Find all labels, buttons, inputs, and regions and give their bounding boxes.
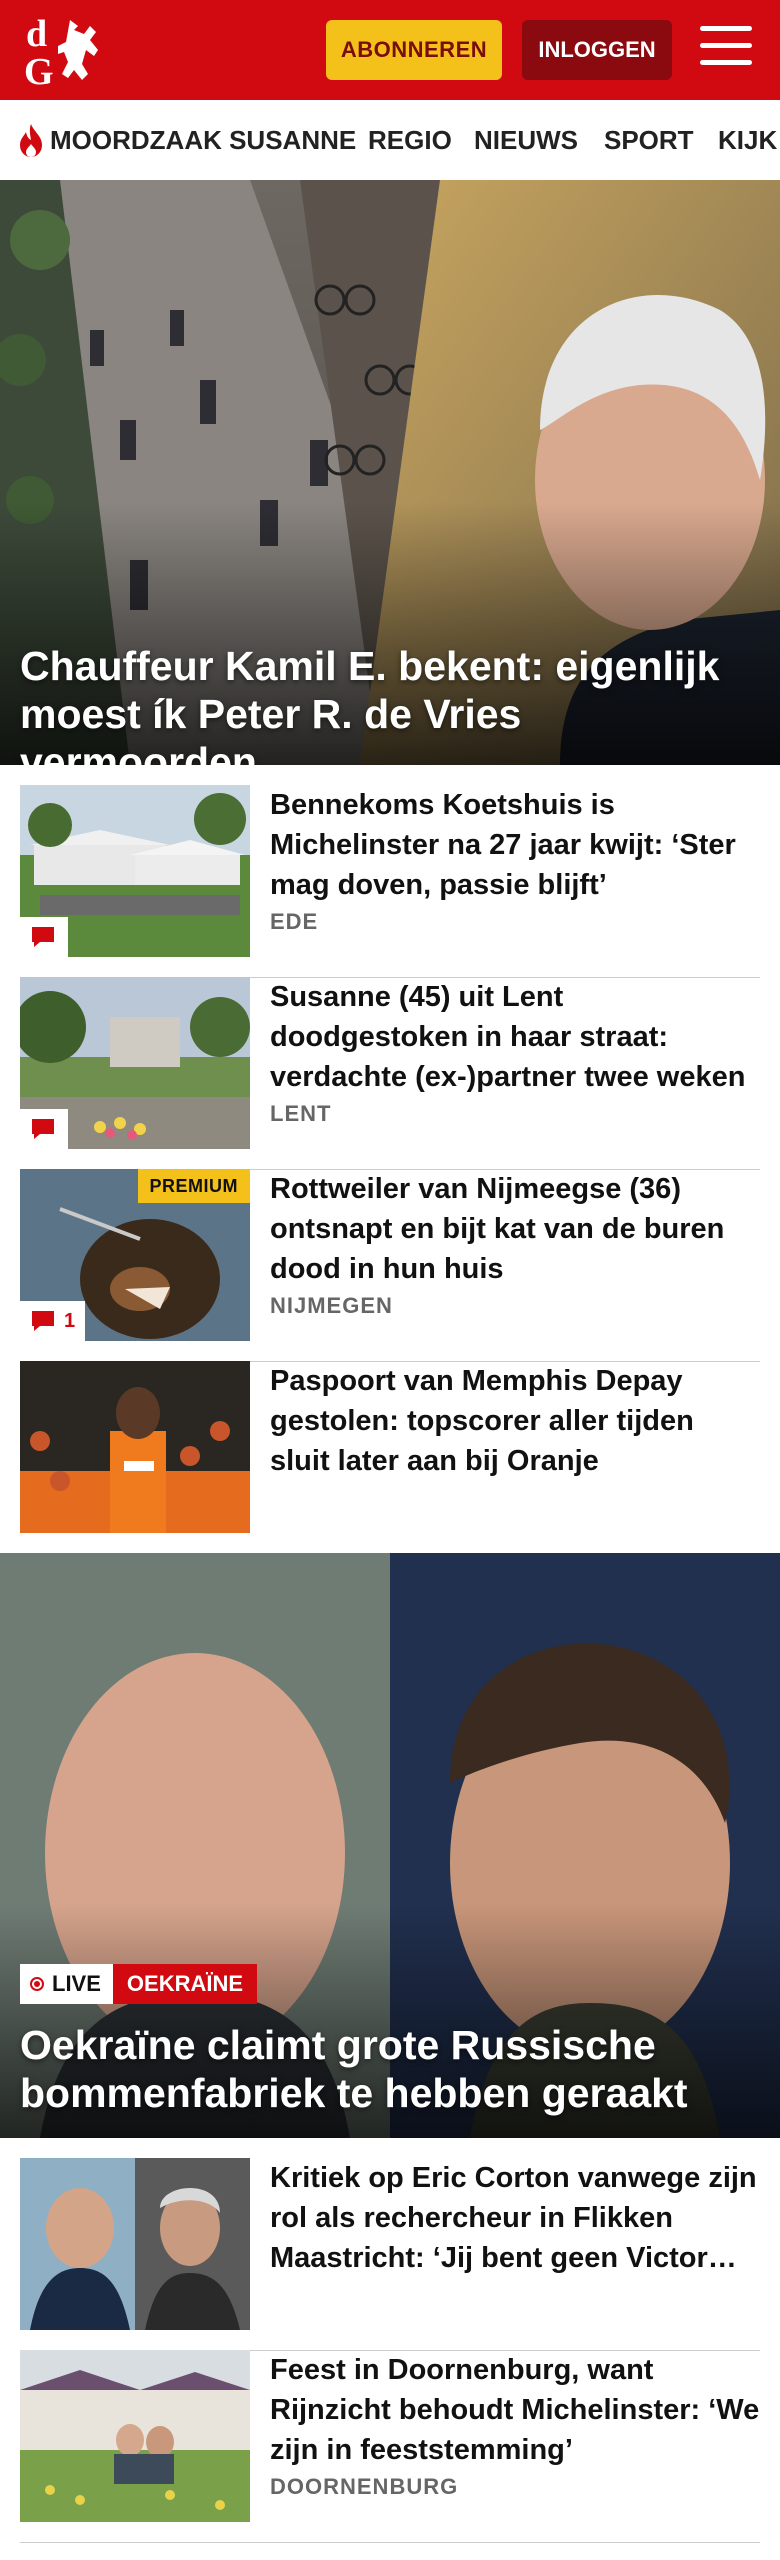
list-item[interactable]: Bennekoms Koetshuis is Michelinster na 2…	[20, 785, 760, 978]
article-title[interactable]: Feest in Doornenburg, want Rijnzicht beh…	[270, 2350, 760, 2470]
login-button[interactable]: INLOGGEN	[522, 20, 672, 80]
article-title[interactable]: Rottweiler van Nijmeegse (36) ontsnapt e…	[270, 1169, 760, 1289]
live-label: LIVE	[52, 1971, 101, 1996]
svg-text:d: d	[26, 13, 47, 55]
nav-item-sport[interactable]: SPORT	[604, 100, 694, 180]
nav-item-moordzaak-susanne[interactable]: MOORDZAAK SUSANNE	[50, 100, 356, 180]
live-badge: LIVE	[20, 1964, 113, 2004]
flame-icon	[20, 124, 42, 157]
article-title[interactable]: Kritiek op Eric Corton vanwege zijn rol …	[270, 2158, 760, 2278]
article-location: LENT	[270, 1101, 332, 1126]
list-item[interactable]: PREMIUM 1 Rottweiler van Nijmeegse (36) …	[20, 1169, 760, 1362]
article-thumbnail	[20, 1361, 250, 1533]
comment-badge	[20, 1109, 68, 1149]
list-item[interactable]: Susanne (45) uit Lent doodgestoken in ha…	[20, 977, 760, 1170]
live-tag-group: LIVE OEKRAÏNE	[20, 1964, 258, 2004]
site-header: d G ABONNEREN INLOGGEN	[0, 0, 780, 100]
comment-badge: 1	[20, 1301, 86, 1341]
article-location: DOORNENBURG	[270, 2474, 459, 2499]
comment-count: 1	[64, 1309, 76, 1332]
dg-logo[interactable]: d G	[20, 12, 120, 88]
svg-text:G: G	[24, 51, 54, 88]
list-item[interactable]: Feest in Doornenburg, want Rijnzicht beh…	[20, 2350, 760, 2543]
live-dot-icon	[30, 1977, 44, 1991]
comment-icon	[32, 1119, 54, 1139]
hero-title[interactable]: Chauffeur Kamil E. bekent: eigenlijk moe…	[20, 642, 760, 765]
nav-item-regio[interactable]: REGIO	[368, 100, 452, 180]
article-title[interactable]: Susanne (45) uit Lent doodgestoken in ha…	[270, 977, 760, 1097]
article-title[interactable]: Paspoort van Memphis Depay gestolen: top…	[270, 1361, 760, 1481]
comment-icon	[32, 1311, 54, 1331]
article-thumbnail	[20, 2350, 250, 2522]
hero-article-2[interactable]: Oekraïne claimt grote Russische bommenfa…	[0, 1553, 780, 2138]
article-title[interactable]: Bennekoms Koetshuis is Michelinster na 2…	[270, 785, 760, 905]
list-item[interactable]: Paspoort van Memphis Depay gestolen: top…	[20, 1361, 760, 1554]
article-location: EDE	[270, 909, 319, 934]
article-location: NIJMEGEN	[270, 1293, 393, 1318]
hero-title-2[interactable]: Oekraïne claimt grote Russische bommenfa…	[20, 2021, 760, 2117]
comment-icon	[32, 927, 54, 947]
nav-item-kijk[interactable]: KIJK	[718, 100, 777, 180]
subscribe-button[interactable]: ABONNEREN	[326, 20, 502, 80]
category-tag: OEKRAÏNE	[112, 1964, 258, 2004]
premium-badge: PREMIUM	[137, 1169, 250, 1203]
hero-article[interactable]: Chauffeur Kamil E. bekent: eigenlijk moe…	[0, 180, 780, 765]
comment-badge	[20, 917, 68, 957]
article-thumbnail	[20, 2158, 250, 2330]
nav-item-nieuws[interactable]: NIEUWS	[474, 100, 578, 180]
hamburger-menu-icon[interactable]	[700, 26, 752, 70]
section-nav: MOORDZAAK SUSANNE REGIO NIEUWS SPORT KIJ…	[0, 100, 780, 181]
list-item[interactable]: Kritiek op Eric Corton vanwege zijn rol …	[20, 2158, 760, 2351]
